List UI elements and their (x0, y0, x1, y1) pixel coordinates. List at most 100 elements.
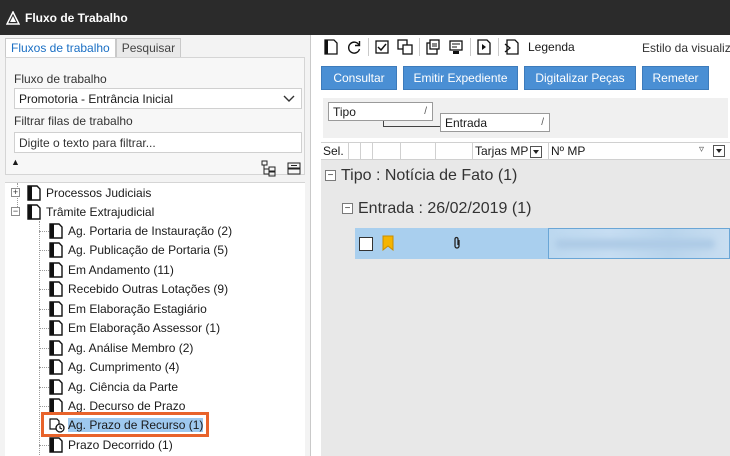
tree-node-tramite-extrajudicial[interactable]: − Trâmite Extrajudicial (11, 202, 154, 221)
attachment-icon[interactable] (452, 236, 462, 250)
filter-dropdown-icon[interactable] (530, 145, 543, 158)
tree-node-label: Trâmite Extrajudicial (46, 204, 155, 219)
column-header[interactable] (361, 143, 373, 160)
workflow-select-value: Promotoria - Entrância Inicial (19, 92, 174, 106)
workflow-label: Fluxo de trabalho (14, 72, 107, 86)
tab-pesquisar[interactable]: Pesquisar (115, 38, 182, 57)
workflow-select[interactable]: Promotoria - Entrância Inicial (14, 88, 302, 109)
collapse-icon[interactable]: − (11, 207, 20, 216)
document-icon (49, 378, 63, 395)
bookmark-icon[interactable] (381, 235, 395, 252)
document-icon (49, 241, 63, 258)
group-chip-label: Tipo (333, 105, 356, 119)
collapse-up-icon[interactable]: ▲ (11, 157, 20, 167)
column-header[interactable] (349, 143, 361, 160)
refresh-icon[interactable] (344, 37, 364, 57)
document-icon (49, 436, 63, 453)
forward-document-icon[interactable] (474, 37, 494, 57)
attach-document-icon[interactable] (423, 37, 443, 57)
tree-node-label: Ag. Decurso de Prazo (68, 398, 186, 413)
collapse-all-icon[interactable] (285, 159, 303, 177)
collapse-icon[interactable]: − (325, 170, 336, 181)
column-header[interactable] (401, 143, 436, 160)
tree-node-label: Ag. Publicação de Portaria (5) (68, 242, 229, 257)
tree-node-label: Processos Judiciais (46, 185, 152, 200)
emitir-expediente-button[interactable]: Emitir Expediente (403, 66, 518, 90)
column-tarjas-mp[interactable]: Tarjas MP (473, 143, 549, 160)
left-tabs: Fluxos de trabalho Pesquisar (5, 38, 182, 58)
column-sel[interactable]: Sel. (321, 143, 349, 160)
document-icon (49, 222, 63, 239)
column-numero-mp[interactable]: Nº MP ▿ (549, 143, 730, 160)
document-icon (49, 280, 63, 297)
legend-icon[interactable] (502, 37, 522, 57)
tree-node-queue[interactable]: Ag. Publicação de Portaria (5) (49, 240, 228, 259)
consultar-button[interactable]: Consultar (321, 66, 397, 90)
digitalizar-pecas-button[interactable]: Digitalizar Peças (524, 66, 636, 90)
remeter-button[interactable]: Remeter (642, 66, 709, 90)
scan-icon[interactable] (446, 37, 466, 57)
tree-node-queue[interactable]: Ag. Análise Membro (2) (49, 338, 193, 357)
document-icon (49, 319, 63, 336)
toolbar-separator (470, 38, 471, 56)
tree-node-queue[interactable]: Recebido Outras Lotações (9) (49, 279, 228, 298)
group-connector (383, 121, 440, 127)
title-bar: Fluxo de Trabalho (0, 0, 730, 35)
expand-icon[interactable]: + (11, 188, 20, 197)
collapse-icon[interactable]: − (342, 203, 353, 214)
tree-node-processos-judiciais[interactable]: + Processos Judiciais (11, 183, 151, 202)
check-list-icon[interactable] (372, 37, 392, 57)
tree-connector (39, 348, 49, 349)
tree-node-label: Ag. Portaria de Instauração (2) (68, 223, 233, 238)
tree-node-label: Ag. Ciência da Parte (68, 379, 179, 394)
sort-ascending-icon[interactable]: / (424, 106, 427, 117)
group-row-tipo[interactable]: − Tipo : Notícia de Fato (1) (321, 160, 730, 191)
column-header[interactable] (436, 143, 473, 160)
filter-input[interactable]: Digite o texto para filtrar... (14, 132, 302, 153)
column-header[interactable] (373, 143, 401, 160)
copy-icon[interactable] (395, 37, 415, 57)
column-header-row: Sel. Tarjas MP Nº MP ▿ (321, 142, 730, 160)
tree-node-queue[interactable]: Em Elaboração Assessor (1) (49, 318, 220, 337)
tree-node-queue[interactable]: Prazo Decorrido (1) (49, 435, 173, 454)
tree-node-queue[interactable]: Em Andamento (11) (49, 260, 174, 279)
tree-node-label: Em Elaboração Estagiário (68, 301, 207, 316)
document-icon (49, 261, 63, 278)
new-document-icon[interactable] (321, 37, 341, 57)
group-row-entrada[interactable]: − Entrada : 26/02/2019 (1) (321, 193, 730, 224)
tree-structure-icon[interactable] (260, 159, 278, 177)
group-by-panel: Tipo / Entrada / (323, 98, 728, 138)
app-logo-icon (6, 10, 20, 25)
view-style-label: Estilo da visualiz (642, 41, 730, 55)
filter-funnel-icon[interactable]: ▿ (699, 144, 704, 155)
group-chip-tipo[interactable]: Tipo / (328, 102, 433, 121)
tree-node-label: Ag. Cumprimento (4) (68, 359, 180, 374)
tree-node-queue[interactable]: Em Elaboração Estagiário (49, 299, 207, 318)
tree-node-label: Ag. Análise Membro (2) (68, 340, 194, 355)
table-row[interactable] (355, 228, 730, 259)
tree-node-label: Recebido Outras Lotações (9) (68, 281, 229, 296)
tree-node-queue[interactable]: Ag. Portaria de Instauração (2) (49, 221, 232, 240)
redacted-cell[interactable] (548, 228, 730, 259)
tree-node-label: Prazo Decorrido (1) (68, 437, 173, 452)
tree-node-ag-prazo-de-recurso[interactable]: Ag. Prazo de Recurso (1) (49, 415, 204, 434)
action-buttons: Consultar Emitir Expediente Digitalizar … (321, 66, 715, 90)
tree-connector (39, 367, 49, 368)
tree-node-label: Ag. Prazo de Recurso (1) (68, 417, 204, 432)
group-chip-label: Entrada (445, 116, 488, 130)
tree-node-label: Em Andamento (11) (68, 262, 174, 277)
chevron-down-icon[interactable] (281, 91, 297, 107)
hourglass-documents-icon (49, 417, 65, 433)
sort-ascending-icon[interactable]: / (541, 117, 544, 128)
workflow-tree: + Processos Judiciais − Trâmite Extrajud… (5, 182, 305, 456)
row-select-checkbox[interactable] (359, 237, 373, 251)
toolbar-separator (419, 38, 420, 56)
filter-dropdown-icon[interactable] (713, 145, 725, 157)
tree-node-queue[interactable]: Ag. Ciência da Parte (49, 377, 178, 396)
legend-label[interactable]: Legenda (528, 40, 575, 54)
tree-connector (39, 406, 49, 407)
tab-fluxos-de-trabalho[interactable]: Fluxos de trabalho (5, 38, 116, 58)
group-chip-entrada[interactable]: Entrada / (440, 113, 550, 132)
toolbar-separator (368, 38, 369, 56)
tree-node-queue[interactable]: Ag. Cumprimento (4) (49, 357, 179, 376)
